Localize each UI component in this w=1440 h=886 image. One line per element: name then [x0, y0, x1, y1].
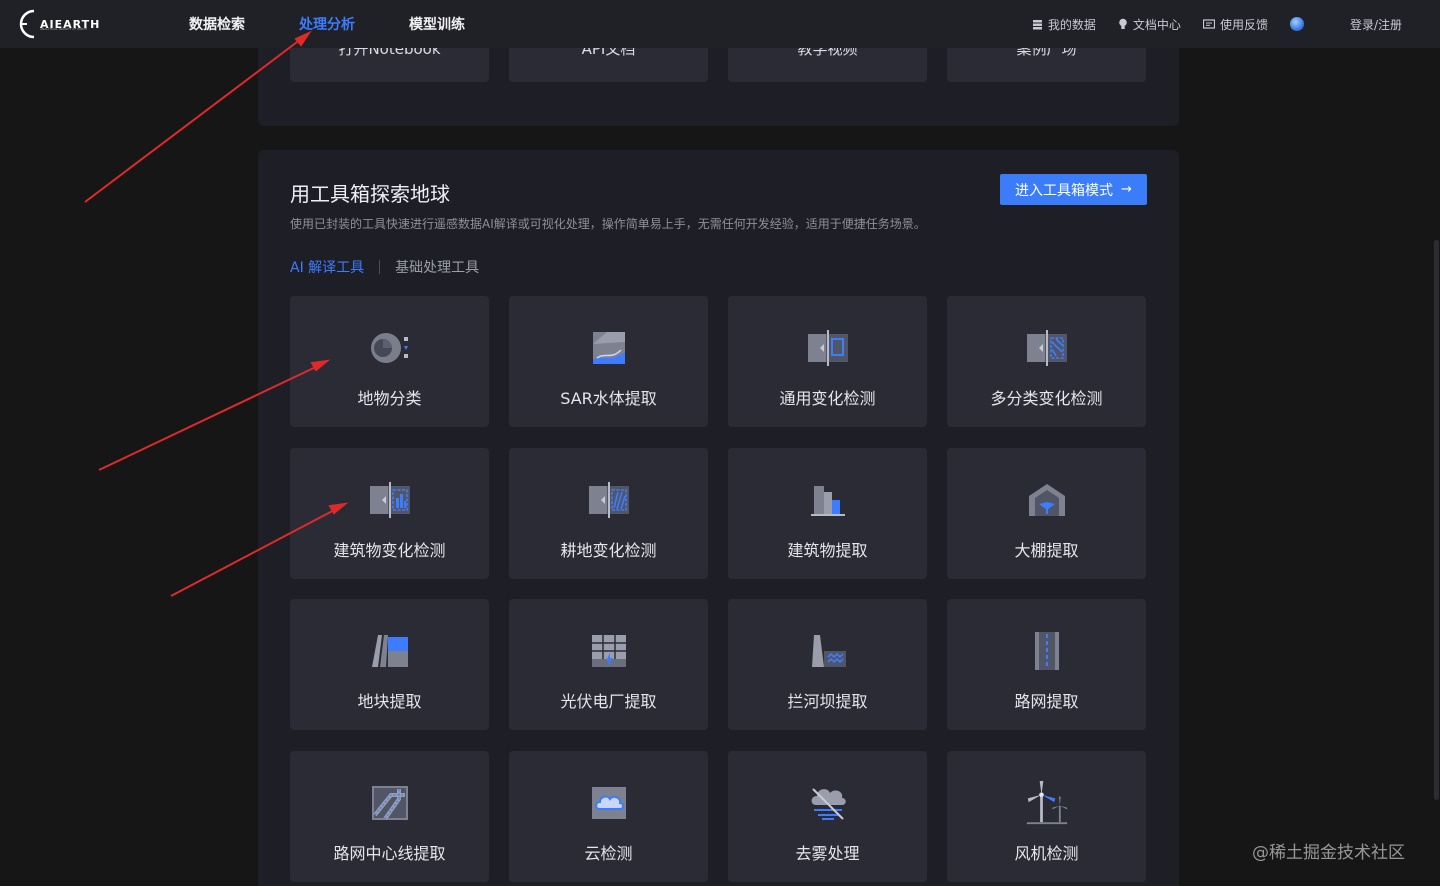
tool-card-greenhouse[interactable]: 大棚提取 [947, 448, 1146, 579]
tab-basic-tools[interactable]: 基础处理工具 [395, 257, 479, 277]
nav-model-training[interactable]: 模型训练 [409, 14, 465, 34]
cloud-icon [587, 783, 631, 823]
tab-ai-tools[interactable]: AI 解译工具 [290, 257, 364, 277]
tool-label: 多分类变化检测 [990, 389, 1103, 408]
docs-label: 文档中心 [1132, 17, 1181, 32]
tool-card-parcel[interactable]: 地块提取 [290, 599, 489, 730]
defog-icon [806, 783, 850, 823]
building-icon [806, 480, 850, 520]
tool-label: 光伏电厂提取 [560, 692, 657, 711]
road-icon [1025, 631, 1069, 671]
tool-card-dam[interactable]: 拦河坝提取 [728, 599, 927, 730]
change-detect-icon [806, 328, 850, 368]
greenhouse-icon [1025, 480, 1069, 520]
login-register-link[interactable]: 登录/注册 [1350, 16, 1402, 33]
tool-card-solar-plant[interactable]: 光伏电厂提取 [509, 599, 708, 730]
building-change-icon [368, 480, 412, 520]
wind-turbine-icon [1025, 781, 1069, 825]
logo-mark-icon [19, 9, 35, 39]
lightbulb-icon [1119, 18, 1127, 29]
arrow-right-icon: → [1121, 182, 1132, 197]
tool-label: 拦河坝提取 [787, 692, 868, 711]
parcel-icon [368, 631, 412, 671]
tool-label: 建筑物变化检测 [333, 541, 446, 560]
pie-chart-icon [368, 328, 412, 368]
tool-card-farmland-change[interactable]: 耕地变化检测 [509, 448, 708, 579]
toolbox-panel: 用工具箱探索地球 使用已封装的工具快速进行遥感数据AI解译或可视化处理，操作简单… [258, 150, 1179, 886]
tool-card-general-change[interactable]: 通用变化检测 [728, 296, 927, 427]
tool-card-wind-turbine[interactable]: 风机检测 [947, 751, 1146, 882]
quick-links-panel: 打开Notebook API文档 教学视频 案例广场 [258, 40, 1179, 126]
header-actions: 我的数据 文档中心 使用反馈 登录/注册 [1010, 0, 1402, 48]
my-data-link[interactable]: 我的数据 [1032, 16, 1096, 33]
road-centerline-icon [368, 783, 412, 823]
tool-label: 地物分类 [357, 389, 422, 408]
docs-link[interactable]: 文档中心 [1118, 16, 1181, 33]
section-title: 用工具箱探索地球 [290, 182, 450, 206]
main-nav: 数据检索 处理分析 模型训练 [189, 0, 519, 48]
tool-label: SAR水体提取 [560, 389, 657, 408]
tool-card-road-network[interactable]: 路网提取 [947, 599, 1146, 730]
tool-card-land-classification[interactable]: 地物分类 [290, 296, 489, 427]
database-icon [1032, 19, 1042, 29]
tool-label: 地块提取 [357, 692, 422, 711]
solar-panel-icon [587, 631, 631, 671]
enter-toolbox-button[interactable]: 进入工具箱模式 → [1000, 174, 1147, 205]
tool-label: 耕地变化检测 [560, 541, 657, 560]
feedback-link[interactable]: 使用反馈 [1202, 16, 1268, 33]
logo[interactable]: AIEARTH ANALYTICAL INSIGHT OF EARTH [18, 8, 108, 40]
tab-divider [379, 260, 381, 274]
my-data-label: 我的数据 [1047, 17, 1096, 32]
nav-data-search[interactable]: 数据检索 [189, 14, 245, 34]
tool-label: 通用变化检测 [779, 389, 876, 408]
language-globe-icon[interactable] [1289, 17, 1304, 31]
farmland-change-icon [587, 480, 631, 520]
nav-processing[interactable]: 处理分析 [299, 14, 355, 34]
tool-card-defog[interactable]: 去雾处理 [728, 751, 927, 882]
water-map-icon [587, 328, 631, 368]
tool-label: 云检测 [584, 844, 633, 863]
section-description: 使用已封装的工具快速进行遥感数据AI解译或可视化处理，操作简单易上手，无需任何开… [290, 217, 926, 231]
tool-label: 大棚提取 [1014, 541, 1079, 560]
logo-subtitle: ANALYTICAL INSIGHT OF EARTH [40, 27, 88, 31]
tool-label: 路网中心线提取 [333, 844, 446, 863]
feedback-icon [1202, 18, 1215, 29]
tool-label: 风机检测 [1014, 844, 1079, 863]
watermark: @稀土掘金技术社区 [1252, 843, 1405, 863]
tool-label: 建筑物提取 [787, 541, 868, 560]
tool-label: 路网提取 [1014, 692, 1079, 711]
top-header: AIEARTH ANALYTICAL INSIGHT OF EARTH 数据检索… [0, 0, 1440, 48]
tool-card-sar-water[interactable]: SAR水体提取 [509, 296, 708, 427]
tool-card-cloud-detect[interactable]: 云检测 [509, 751, 708, 882]
dam-icon [806, 631, 850, 671]
multi-change-icon [1025, 328, 1069, 368]
tool-label: 去雾处理 [795, 844, 860, 863]
page-scrollbar[interactable] [1434, 240, 1439, 800]
tool-card-road-centerline[interactable]: 路网中心线提取 [290, 751, 489, 882]
feedback-label: 使用反馈 [1219, 17, 1268, 32]
enter-toolbox-label: 进入工具箱模式 [1015, 182, 1114, 199]
tool-card-building-extract[interactable]: 建筑物提取 [728, 448, 927, 579]
tool-card-multi-class-change[interactable]: 多分类变化检测 [947, 296, 1146, 427]
tool-tabs: AI 解译工具 基础处理工具 [290, 257, 479, 277]
tool-card-building-change[interactable]: 建筑物变化检测 [290, 448, 489, 579]
